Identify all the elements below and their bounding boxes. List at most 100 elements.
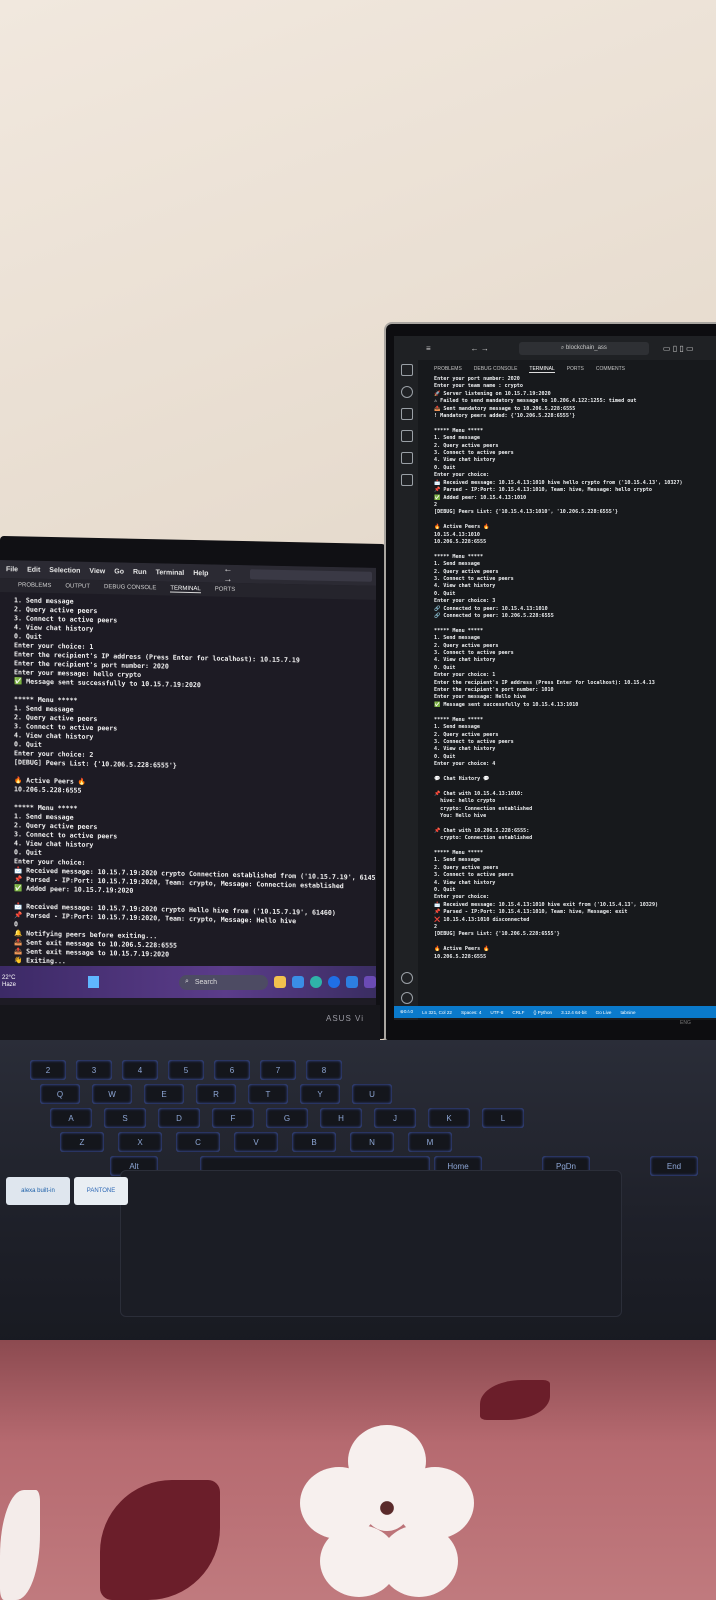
layout-icons[interactable]: ▭ ▯ ▯ ▭ (663, 344, 694, 353)
status-item[interactable]: 3.12.4 64-bit (561, 1010, 587, 1015)
terminal-line: 3. Connect to active peers (434, 738, 514, 745)
status-item[interactable]: Go Live (596, 1010, 612, 1015)
status-item[interactable]: tabnine (620, 1010, 635, 1015)
terminal-line: ***** Menu ***** (434, 427, 484, 434)
tab-ports[interactable]: PORTS (567, 366, 584, 372)
key-j[interactable]: J (374, 1108, 416, 1128)
nav-arrows-icon[interactable]: ← → (471, 344, 489, 353)
menu-item-go[interactable]: Go (114, 568, 124, 575)
file-explorer-icon[interactable] (274, 976, 286, 988)
key-s[interactable]: S (104, 1108, 146, 1128)
menu-item-run[interactable]: Run (133, 568, 147, 575)
key-q[interactable]: Q (40, 1084, 80, 1104)
key-h[interactable]: H (320, 1108, 362, 1128)
status-item[interactable]: Ln 321, Col 22 (422, 1010, 452, 1015)
key-g[interactable]: G (266, 1108, 308, 1128)
taskbar-search[interactable]: ⌕ Search (178, 974, 268, 990)
key-f[interactable]: F (212, 1108, 254, 1128)
menu-item-file[interactable]: File (6, 566, 18, 573)
search-icon[interactable] (401, 386, 413, 398)
key-v[interactable]: V (234, 1132, 278, 1152)
key-2[interactable]: 2 (30, 1060, 66, 1080)
right-title-bar: ≡ ← → ⌕ blockchain_ass ▭ ▯ ▯ ▭ (418, 336, 716, 360)
command-center-search[interactable] (250, 569, 372, 582)
key-u[interactable]: U (352, 1084, 392, 1104)
terminal-line: 2. Query active peers (434, 642, 499, 649)
key-r[interactable]: R (196, 1084, 236, 1104)
key-4[interactable]: 4 (122, 1060, 158, 1080)
terminal-line: 📌 Chat with 10.15.4.13:1010: (434, 790, 524, 797)
settings-gear-icon[interactable] (401, 992, 413, 1004)
tab-problems[interactable]: PROBLEMS (18, 582, 51, 589)
nav-arrows-icon[interactable]: ← → (223, 564, 241, 584)
tab-comments[interactable]: COMMENTS (596, 366, 625, 372)
status-item[interactable]: {} Python (533, 1010, 552, 1015)
tab-ports[interactable]: PORTS (215, 586, 236, 592)
tab-terminal[interactable]: TERMINAL (170, 585, 201, 593)
key-m[interactable]: M (408, 1132, 452, 1152)
menu-item-help[interactable]: Help (193, 570, 208, 577)
key-z[interactable]: Z (60, 1132, 104, 1152)
explorer-icon[interactable] (401, 364, 413, 376)
tab-debug-console[interactable]: DEBUG CONSOLE (104, 584, 156, 591)
key-b[interactable]: B (292, 1132, 336, 1152)
windows-start-icon[interactable] (88, 976, 99, 988)
terminal-line: Enter the recipient's IP address (Press … (434, 679, 655, 686)
left-terminal-output: 1. Send message 2. Query active peers 3. C… (0, 592, 376, 982)
touchpad[interactable] (120, 1170, 622, 1317)
vscode-icon[interactable] (346, 976, 358, 988)
key-a[interactable]: A (50, 1108, 92, 1128)
key-8[interactable]: 8 (306, 1060, 342, 1080)
key-5[interactable]: 5 (168, 1060, 204, 1080)
menu-item-selection[interactable]: Selection (49, 567, 80, 575)
status-item[interactable]: ⊗0⚠0 (400, 1009, 413, 1015)
command-center-search[interactable]: ⌕ blockchain_ass (518, 341, 649, 355)
app-icon[interactable] (364, 976, 376, 988)
terminal-line: 📌 Chat with 10.206.5.228:6555: (434, 827, 530, 834)
key-n[interactable]: N (350, 1132, 394, 1152)
key-y[interactable]: Y (300, 1084, 340, 1104)
source-control-icon[interactable] (401, 408, 413, 420)
status-item[interactable]: Spaces: 4 (461, 1010, 481, 1015)
weather-widget[interactable]: 22°C Haze (0, 975, 38, 989)
terminal-line: ***** Menu ***** (434, 850, 484, 856)
language-indicator: ENG (680, 1020, 691, 1026)
key-3[interactable]: 3 (76, 1060, 112, 1080)
store-icon[interactable] (292, 976, 304, 988)
status-item[interactable]: UTF-8 (490, 1010, 503, 1015)
terminal-line: Enter your port number: 2020 (434, 376, 520, 382)
key-end[interactable]: End (650, 1156, 698, 1176)
edge-icon[interactable] (328, 976, 340, 988)
terminal-line: 🔗 Connected to peer: 10.15.4.13:1010 (434, 605, 548, 612)
key-x[interactable]: X (118, 1132, 162, 1152)
tab-problems[interactable]: PROBLEMS (434, 366, 462, 372)
account-icon[interactable] (401, 972, 413, 984)
menu-item-edit[interactable]: Edit (27, 566, 40, 573)
tab-debug-console[interactable]: DEBUG CONSOLE (474, 366, 518, 372)
key-7[interactable]: 7 (260, 1060, 296, 1080)
key-d[interactable]: D (158, 1108, 200, 1128)
terminal-line: 2. Query active peers (434, 568, 499, 575)
key-e[interactable]: E (144, 1084, 184, 1104)
key-k[interactable]: K (428, 1108, 470, 1128)
key-6[interactable]: 6 (214, 1060, 250, 1080)
testing-icon[interactable] (401, 474, 413, 486)
key-w[interactable]: W (92, 1084, 132, 1104)
menu-item-view[interactable]: View (89, 567, 105, 574)
key-c[interactable]: C (176, 1132, 220, 1152)
terminal-line: 3. Connect to active peers (434, 872, 514, 879)
run-debug-icon[interactable] (401, 430, 413, 442)
tab-output[interactable]: OUTPUT (65, 583, 90, 590)
terminal-line: ⚠ Failed to send mandatory message to 10… (434, 398, 637, 405)
terminal-line: Enter your choice: (434, 472, 490, 479)
menu-item-terminal[interactable]: Terminal (156, 569, 185, 577)
extensions-icon[interactable] (401, 452, 413, 464)
key-t[interactable]: T (248, 1084, 288, 1104)
browser-icon[interactable] (310, 976, 322, 988)
status-item[interactable]: CRLF (512, 1010, 524, 1015)
tab-terminal[interactable]: TERMINAL (529, 366, 555, 373)
hamburger-menu-icon[interactable]: ≡ (426, 344, 431, 353)
key-l[interactable]: L (482, 1108, 524, 1128)
